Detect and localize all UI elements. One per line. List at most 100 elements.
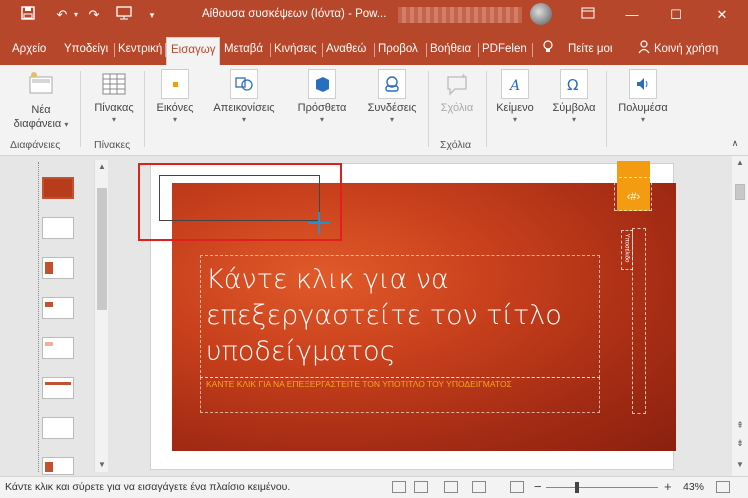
zoom-level[interactable]: 43%	[683, 481, 704, 493]
symbols-label: Σύμβολα	[552, 102, 596, 114]
slide-number-text[interactable]: ‹#›	[617, 191, 650, 203]
reading-view-icon[interactable]	[472, 481, 486, 493]
notes-view-icon[interactable]	[444, 481, 458, 493]
canvas-scrollbar[interactable]: ▲ ⇞ ⇟ ▼	[732, 156, 748, 476]
group-label-comments: Σχόλια	[440, 139, 472, 151]
slide-sorter-icon[interactable]	[414, 481, 428, 493]
addins-button[interactable]: Πρόσθετα ▾	[292, 65, 352, 125]
table-icon	[100, 69, 128, 99]
ribbon-insert: Νέα διαφάνεια ▾ Διαφάνειες Πίνακας ▾ Πίν…	[0, 65, 748, 156]
window-title: Αίθουσα συσκέψεων (Ιόντα) - Pow...	[202, 8, 387, 20]
tab-help[interactable]: Βοήθεια	[430, 40, 471, 65]
table-label: Πίνακας	[94, 102, 134, 114]
zoom-slider-handle[interactable]	[575, 482, 579, 493]
account-name-blurred	[398, 7, 522, 23]
images-button[interactable]: Εικόνες ▾	[150, 65, 200, 125]
addins-icon	[308, 69, 336, 99]
illustrations-button[interactable]: Απεικονίσεις ▾	[208, 65, 280, 125]
crosshair-cursor-v	[318, 212, 320, 234]
tell-me-input[interactable]: Πείτε μοι	[568, 40, 612, 65]
table-button[interactable]: Πίνακας ▾	[86, 65, 142, 125]
footer-placeholder[interactable]	[632, 228, 646, 414]
images-label: Εικόνες	[156, 102, 194, 114]
status-message: Κάντε κλικ και σύρετε για να εισαγάγετε …	[5, 481, 291, 493]
zoom-slider[interactable]	[546, 487, 658, 488]
shapes-icon	[230, 69, 258, 99]
prev-slide-icon[interactable]: ⇞	[732, 418, 748, 432]
new-slide-label-2: διαφάνεια ▾	[13, 118, 69, 130]
tab-master[interactable]: Υποδείγι	[64, 40, 108, 65]
slide-subtitle[interactable]: ΚΑΝΤΕ ΚΛΙΚ ΓΙΑ ΝΑ ΕΠΕΞΕΡΓΑΣΤΕΙΤΕ ΤΟΝ ΥΠΟ…	[206, 379, 512, 389]
images-icon	[161, 69, 189, 99]
tab-pdfelement[interactable]: PDFelen	[482, 40, 527, 65]
text-button[interactable]: A Κείμενο ▾	[490, 65, 540, 125]
slide-title[interactable]: Κάντε κλικ για να επεξεργαστείτε τον τίτ…	[206, 262, 596, 370]
new-slide-button[interactable]: Νέα διαφάνεια ▾	[6, 65, 76, 131]
fit-slide-icon[interactable]	[716, 481, 730, 493]
normal-view-icon[interactable]	[392, 481, 406, 493]
omega-icon: Ω	[560, 69, 588, 99]
tab-view[interactable]: Προβολ	[378, 40, 418, 65]
slideshow-view-icon[interactable]	[510, 481, 524, 493]
tab-animations[interactable]: Κινήσεις	[274, 40, 317, 65]
tell-me-icon[interactable]	[542, 40, 554, 65]
status-bar: Κάντε κλικ και σύρετε για να εισαγάγετε …	[0, 476, 748, 498]
scroll-up-icon[interactable]: ▲	[95, 160, 109, 174]
illustrations-label: Απεικονίσεις	[213, 102, 275, 114]
ribbon-options-icon[interactable]	[568, 4, 608, 26]
text-label: Κείμενο	[496, 102, 534, 114]
scrollbar-thumb[interactable]	[97, 188, 107, 310]
svg-text:Ω: Ω	[567, 76, 578, 94]
tab-home[interactable]: Κεντρική	[118, 40, 162, 65]
media-label: Πολυμέσα	[618, 102, 668, 114]
canvas-scroll-up-icon[interactable]: ▲	[732, 156, 748, 170]
customize-toolbar-icon[interactable]: ▾	[142, 6, 162, 24]
thumbnails-scrollbar[interactable]: ▲ ▼	[94, 160, 108, 472]
share-icon[interactable]	[638, 40, 650, 65]
links-button[interactable]: Συνδέσεις ▾	[362, 65, 422, 125]
presentation-start-icon[interactable]	[114, 6, 134, 24]
addins-label: Πρόσθετα	[297, 102, 347, 114]
zoom-in-button[interactable]: +	[664, 479, 672, 494]
comment-icon: +	[443, 69, 471, 99]
thumbnail-layout-3[interactable]	[42, 297, 74, 319]
save-icon[interactable]	[18, 6, 38, 24]
tab-insert[interactable]: Εισαγωγ	[166, 37, 221, 65]
thumbnail-layout-5[interactable]	[42, 377, 74, 399]
tab-transitions[interactable]: Μεταβά	[224, 40, 263, 65]
tab-review[interactable]: Αναθεώ	[326, 40, 366, 65]
comment-button[interactable]: + Σχόλια	[432, 65, 482, 115]
new-slide-label-1: Νέα	[31, 104, 51, 116]
scroll-down-icon[interactable]: ▼	[95, 458, 109, 472]
symbols-button[interactable]: Ω Σύμβολα ▾	[546, 65, 602, 125]
new-slide-icon	[26, 69, 56, 101]
zoom-out-button[interactable]: −	[534, 479, 542, 494]
title-bar: ↶ ▾ ↷ ▾ Αίθουσα συσκέψεων (Ιόντα) - Pow.…	[0, 0, 748, 31]
share-button[interactable]: Κοινή χρήση	[654, 40, 718, 65]
close-button[interactable]: ✕	[702, 4, 742, 26]
canvas-scroll-down-icon[interactable]: ▼	[732, 458, 748, 472]
link-icon	[378, 69, 406, 99]
minimize-button[interactable]: —	[612, 4, 652, 26]
canvas-scrollbar-thumb[interactable]	[735, 184, 745, 200]
media-button[interactable]: Πολυμέσα ▾	[612, 65, 674, 125]
undo-dropdown-icon[interactable]: ▾	[66, 6, 86, 24]
ribbon-tabs: Αρχείο Υποδείγι Κεντρική Εισαγωγ Μεταβά …	[0, 31, 748, 65]
text-icon: A	[501, 69, 529, 99]
avatar[interactable]	[530, 3, 552, 25]
svg-text:A: A	[508, 78, 520, 94]
group-label-tables: Πίνακες	[94, 139, 131, 151]
thumbnail-layout-4[interactable]	[42, 337, 74, 359]
redo-icon[interactable]: ↷	[84, 6, 104, 24]
thumbnail-layout-6[interactable]	[42, 417, 74, 439]
date-text[interactable]: Υποσέλιδο	[623, 234, 629, 263]
maximize-button[interactable]: ☐	[656, 4, 696, 26]
thumbnail-layout-7[interactable]	[42, 457, 74, 475]
collapse-ribbon-icon[interactable]: ∧	[728, 137, 742, 149]
group-label-slides: Διαφάνειες	[10, 139, 61, 151]
thumbnail-layout-1[interactable]	[42, 217, 74, 239]
tab-file[interactable]: Αρχείο	[12, 40, 46, 65]
thumbnail-layout-2[interactable]	[42, 257, 74, 279]
thumbnail-master[interactable]	[42, 177, 74, 199]
next-slide-icon[interactable]: ⇟	[732, 436, 748, 450]
